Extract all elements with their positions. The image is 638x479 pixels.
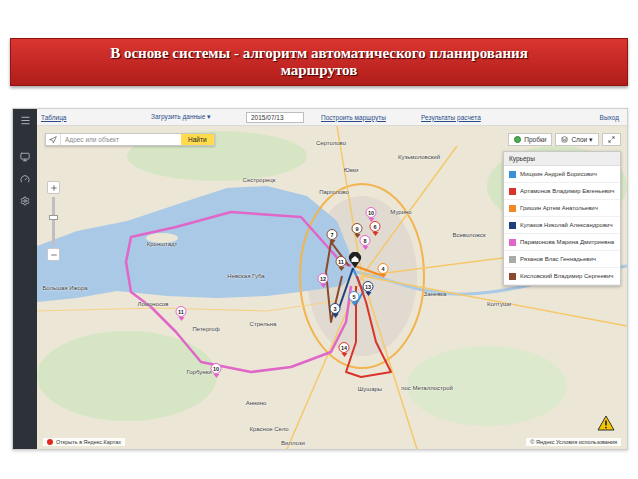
- couriers-panel: КурьерыМищкин Андрей БорисовичАртамонов …: [503, 151, 621, 286]
- place-label: Красное Село: [249, 426, 288, 432]
- warning-icon[interactable]: [597, 415, 615, 431]
- search-input[interactable]: [61, 134, 181, 145]
- map-marker[interactable]: 14: [339, 342, 350, 357]
- route-line: [126, 212, 351, 372]
- main: Таблица Загрузить данные ▾ 2015/07/13 Постр…: [37, 109, 627, 449]
- zoom-slider[interactable]: [52, 197, 55, 245]
- map-marker[interactable]: 3: [330, 303, 341, 318]
- sidebar: [13, 109, 37, 449]
- place-label: Невская Губа: [227, 273, 264, 279]
- attribution[interactable]: © Яндекс Условия использования: [526, 438, 621, 446]
- courier-color: [509, 256, 516, 263]
- toolbar-link[interactable]: Результаты расчета: [421, 114, 481, 121]
- layers-button[interactable]: Слои ▾: [555, 133, 599, 146]
- route-line: [346, 276, 391, 377]
- app-screenshot: Таблица Загрузить данные ▾ 2015/07/13 Постр…: [12, 108, 628, 450]
- menu-icon[interactable]: [20, 115, 31, 126]
- toolbar-link[interactable]: Таблица: [41, 114, 67, 121]
- place-label: Мурино: [390, 209, 411, 215]
- place-label: пос Металлострой: [401, 385, 453, 391]
- depot-icon[interactable]: [348, 252, 362, 268]
- place-label: Кузьмоловский: [398, 154, 440, 160]
- toolbar: Таблица Загрузить данные ▾ 2015/07/13 Постр…: [37, 109, 627, 126]
- map-marker[interactable]: 10: [366, 207, 377, 222]
- toolbar-link[interactable]: Загрузить данные ▾: [151, 113, 211, 121]
- route-line: [326, 242, 349, 322]
- map-marker[interactable]: 11: [336, 256, 347, 271]
- place-label: Виллози: [281, 440, 305, 446]
- title-line: маршрутов: [281, 62, 358, 79]
- place-label: Аннино: [246, 400, 267, 406]
- title-line: В основе системы - алгоритм автоматическ…: [110, 45, 528, 62]
- map-marker[interactable]: 12: [318, 273, 329, 288]
- courier-color: [509, 222, 516, 229]
- monitor-icon[interactable]: [20, 152, 30, 162]
- courier-row[interactable]: Рязанов Влас Геннадьевич: [504, 251, 620, 268]
- fullscreen-button[interactable]: [602, 133, 621, 146]
- place-label: Парголово: [319, 189, 349, 195]
- map-marker[interactable]: 10: [211, 363, 222, 378]
- traffic-button[interactable]: Пробки: [508, 133, 552, 146]
- place-label: Заневка: [424, 291, 447, 297]
- courier-color: [509, 205, 516, 212]
- courier-row[interactable]: Мищкин Андрей Борисович: [504, 166, 620, 183]
- expand-icon: [608, 136, 615, 143]
- courier-color: [509, 188, 516, 195]
- gauge-icon[interactable]: [20, 174, 30, 184]
- place-label: Горбунки: [186, 369, 211, 375]
- place-label: Шушары: [358, 386, 382, 392]
- slide: В основе системы - алгоритм автоматическ…: [0, 0, 638, 479]
- map-marker[interactable]: 5: [349, 291, 360, 306]
- open-in-yandex[interactable]: Открыть в Яндекс.Картах: [43, 438, 125, 446]
- courier-color: [509, 171, 516, 178]
- courier-row[interactable]: Парамонова Марина Дмитриевна: [504, 234, 620, 251]
- panel-title: Курьеры: [504, 152, 620, 166]
- logout-link[interactable]: Выход: [600, 114, 619, 121]
- zoom-control: [47, 181, 60, 261]
- location-icon[interactable]: [46, 134, 61, 145]
- place-label: Юкки: [344, 167, 359, 173]
- zoom-in-icon[interactable]: [47, 181, 60, 194]
- map-marker[interactable]: 11: [176, 306, 187, 321]
- place-label: Сертолово: [316, 140, 346, 146]
- courier-row[interactable]: Артамонов Владимир Евгеньевич: [504, 183, 620, 200]
- place-label: Большая Ижора: [42, 285, 87, 291]
- zoom-out-icon[interactable]: [47, 248, 60, 261]
- place-label: Колтуши: [487, 301, 511, 307]
- map-controls: ПробкиСлои ▾: [508, 133, 621, 146]
- toolbar-link[interactable]: Построить маршруты: [321, 114, 386, 121]
- map-marker[interactable]: 8: [360, 235, 371, 250]
- map-marker[interactable]: 4: [378, 263, 389, 278]
- courier-color: [509, 273, 516, 280]
- map-marker[interactable]: 7: [327, 229, 338, 244]
- date-field[interactable]: 2015/07/13: [246, 112, 304, 123]
- courier-row[interactable]: Кисловский Владимир Сергеевич: [504, 268, 620, 285]
- find-button[interactable]: Найти: [181, 134, 214, 145]
- search-bar: Найти: [45, 133, 215, 146]
- place-label: Кронштадт: [147, 241, 178, 247]
- map-marker[interactable]: 13: [363, 281, 374, 296]
- place-label: Петергоф: [192, 326, 219, 332]
- courier-row[interactable]: Кулаков Николай Александрович: [504, 217, 620, 234]
- map[interactable]: Сертолово Юкки Кузьмоловский Сестрорецк Парг…: [37, 126, 627, 449]
- place-label: Стрельна: [250, 321, 277, 327]
- place-label: Ломоносов: [138, 301, 169, 307]
- map-marker[interactable]: 6: [370, 221, 381, 236]
- layers-icon: [561, 136, 568, 143]
- gear-icon[interactable]: [20, 196, 30, 206]
- yandex-icon: [47, 439, 53, 445]
- courier-color: [509, 239, 516, 246]
- traffic-icon: [514, 136, 521, 143]
- slide-title: В основе системы - алгоритм автоматическ…: [10, 38, 628, 86]
- place-label: Всеволожск: [452, 232, 485, 238]
- place-label: Сестрорецк: [243, 177, 276, 183]
- courier-row[interactable]: Гришин Артем Анатольевич: [504, 200, 620, 217]
